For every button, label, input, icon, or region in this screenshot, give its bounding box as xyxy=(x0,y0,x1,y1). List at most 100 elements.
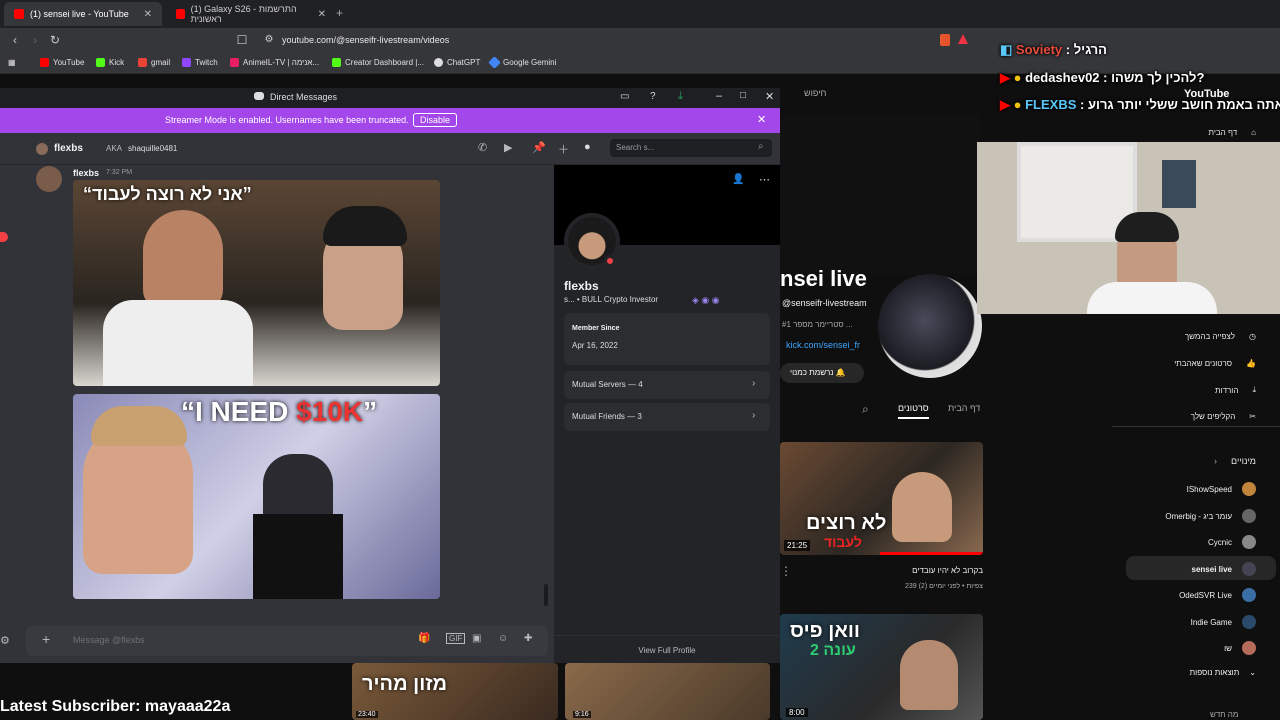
tab-home[interactable]: דף הבית xyxy=(948,403,980,413)
bookmark-gemini[interactable]: Google Gemini xyxy=(488,56,556,69)
add-friend-icon[interactable]: 👤 xyxy=(732,174,744,185)
bookmark-icon[interactable]: ☐ xyxy=(235,33,249,47)
reload-icon[interactable]: ↻ xyxy=(48,33,62,47)
user-profile-icon[interactable]: ● xyxy=(584,141,591,153)
subscription-item[interactable]: OdedSVR Live xyxy=(1179,588,1256,602)
dm-username: flexbs xyxy=(54,143,83,154)
kick-icon xyxy=(96,58,105,67)
video-thumbnail[interactable]: 9:16 xyxy=(565,663,770,720)
more-options-icon[interactable]: ⋯ xyxy=(759,173,770,186)
subscription-item[interactable]: שו xyxy=(1224,641,1256,655)
more-options-icon[interactable]: ⋮ xyxy=(780,564,792,578)
video-thumbnail[interactable]: לא רוצים לעבוד 21:25 xyxy=(780,442,983,555)
tab-label: (1) Galaxy S26 - התרשמות ראשונית xyxy=(190,4,297,24)
inbox-icon[interactable]: ▭ xyxy=(620,91,629,102)
sticker-icon[interactable]: ▣ xyxy=(472,633,481,644)
apps-icon[interactable]: ▦ xyxy=(8,58,16,67)
embedded-image[interactable]: “I NEED $10K” xyxy=(73,394,440,599)
shirt xyxy=(103,300,253,386)
subscriptions-header[interactable]: מינויים xyxy=(1231,456,1256,466)
scrollbar[interactable] xyxy=(544,584,548,606)
subscription-item[interactable]: Omerbig - עומר ביג xyxy=(1165,509,1256,523)
bookmark-creator-dashboard[interactable]: Creator Dashboard |... xyxy=(332,58,424,67)
message-author[interactable]: flexbs xyxy=(73,168,99,178)
call-icon[interactable]: ✆ xyxy=(478,141,487,154)
bookmark-chatgpt[interactable]: ChatGPT xyxy=(434,58,480,67)
close-icon[interactable]: ✕ xyxy=(144,9,152,20)
channel-link[interactable]: kick.com/sensei_fr xyxy=(786,340,860,350)
subscription-item[interactable]: Cycnic xyxy=(1208,535,1256,549)
sidebar-item-downloads[interactable]: הורדות ⤓ xyxy=(1215,385,1256,395)
tab-sensei-live[interactable]: (1) sensei live - YouTube ✕ xyxy=(4,2,162,26)
search-input[interactable]: Search s... ⌕ xyxy=(610,139,772,157)
close-icon[interactable]: ✕ xyxy=(765,90,774,103)
bookmark-gmail[interactable]: gmail xyxy=(138,58,170,67)
sidebar-item-watch-later[interactable]: לצפייה בהמשך ◷ xyxy=(1185,332,1256,341)
forward-icon[interactable]: › xyxy=(28,33,42,47)
gold-badge-icon: ● xyxy=(1013,97,1022,112)
emoji-icon[interactable]: ☺ xyxy=(498,633,508,644)
search-icon[interactable]: ⌕ xyxy=(862,402,869,417)
like-icon: 👍 xyxy=(1246,359,1256,368)
dm-header: flexbs AKA shaquille0481 ✆ ▶ 📌 ＋ ● Searc… xyxy=(0,133,780,165)
bookmark-youtube[interactable]: YouTube xyxy=(40,58,84,67)
gold-badge-icon: ● xyxy=(1013,70,1022,85)
brave-shield-icon[interactable] xyxy=(940,34,950,46)
twitch-icon: ◧ xyxy=(1000,42,1013,57)
sidebar-item-liked[interactable]: סרטונים שאהבתי 👍 xyxy=(1174,359,1256,368)
sidebar-item-home[interactable]: דף הבית ⌂ xyxy=(1208,128,1256,137)
view-full-profile-button[interactable]: View Full Profile xyxy=(554,635,780,663)
show-more[interactable]: תוצאות נוספות ⌄ xyxy=(1190,668,1256,677)
message-composer[interactable]: + Message @flexbs 🎁 GIF ▣ ☺ ✚ xyxy=(26,626,548,656)
mutual-friends-row[interactable]: Mutual Friends — 3 › xyxy=(564,403,770,431)
url-field[interactable]: youtube.com/@senseifr-livestream/videos xyxy=(282,31,1022,49)
disable-button[interactable]: Disable xyxy=(413,113,458,127)
channel-banner xyxy=(780,114,980,274)
tab-videos[interactable]: סרטונים xyxy=(898,403,929,419)
add-attachment-icon[interactable]: + xyxy=(42,631,50,647)
subscribed-button[interactable]: נרשמת כמנוי 🔔 xyxy=(780,363,864,383)
back-icon[interactable]: ‹ xyxy=(8,33,22,47)
chat-area: flexbs 7:32 PM “אני לא רוצה לעבוד” “I NE… xyxy=(26,166,554,626)
add-friends-icon[interactable]: ＋ xyxy=(558,141,569,157)
apps-icon[interactable]: ✚ xyxy=(524,633,532,644)
tab-galaxy[interactable]: (1) Galaxy S26 - התרשמות ראשונית ✕ xyxy=(166,2,336,26)
new-tab-icon[interactable]: + xyxy=(336,6,343,20)
stream-chat-line: ◧ Soviety : הרגיל xyxy=(1000,42,1107,57)
close-icon[interactable]: ✕ xyxy=(318,9,326,20)
sidebar-item-clips[interactable]: הקליפים שלך ✂ xyxy=(1191,412,1256,421)
member-since-label: Member Since xyxy=(572,325,620,332)
avatar xyxy=(1242,509,1256,523)
message-input[interactable]: Message @flexbs xyxy=(73,635,145,645)
minimize-icon[interactable]: – xyxy=(716,90,722,102)
gmail-icon xyxy=(138,58,147,67)
youtube-icon: ▶ xyxy=(1000,97,1010,112)
bookmark-twitch[interactable]: Twitch xyxy=(182,58,218,67)
subscription-item[interactable]: IShowSpeed xyxy=(1187,482,1256,496)
video-thumbnail[interactable]: וואן פיס עונה 2 8:00 xyxy=(780,614,983,720)
subscription-item[interactable]: Indie Game xyxy=(1191,615,1256,629)
close-icon[interactable]: ✕ xyxy=(757,113,766,126)
maximize-icon[interactable]: □ xyxy=(740,90,746,101)
gif-icon[interactable]: GIF xyxy=(446,633,466,644)
mutual-servers-row[interactable]: Mutual Servers — 4 › xyxy=(564,371,770,399)
avatar xyxy=(36,166,62,192)
bookmark-kick[interactable]: Kick xyxy=(96,58,124,67)
site-info-icon[interactable]: ⚙ xyxy=(262,33,276,47)
video-call-icon[interactable]: ▶ xyxy=(504,141,512,154)
pin-icon[interactable]: 📌 xyxy=(532,141,546,154)
embedded-image[interactable]: “אני לא רוצה לעבוד” xyxy=(73,180,440,386)
settings-icon[interactable]: ⚙ xyxy=(0,634,10,647)
subscription-item-active[interactable]: sensei live xyxy=(1192,562,1256,576)
avatar xyxy=(1242,482,1256,496)
discord-window: Direct Messages ▭ ? ⤓ – □ ✕ Streamer Mod… xyxy=(0,88,780,663)
bookmark-animeil[interactable]: AnimeIL-TV | אנימה... xyxy=(230,58,319,67)
streamer-mode-text: Streamer Mode is enabled. Usernames have… xyxy=(165,115,409,125)
gift-icon[interactable]: 🎁 xyxy=(418,633,430,644)
thumbnail-text: “I NEED $10K” xyxy=(181,396,378,427)
youtube-favicon-icon xyxy=(176,9,185,19)
video-title[interactable]: בקרוב לא יהיו עובדים xyxy=(800,566,983,575)
help-icon[interactable]: ? xyxy=(650,91,656,102)
download-icon[interactable]: ⤓ xyxy=(678,90,683,103)
youtube-search-hint[interactable]: חיפוש xyxy=(804,88,826,98)
